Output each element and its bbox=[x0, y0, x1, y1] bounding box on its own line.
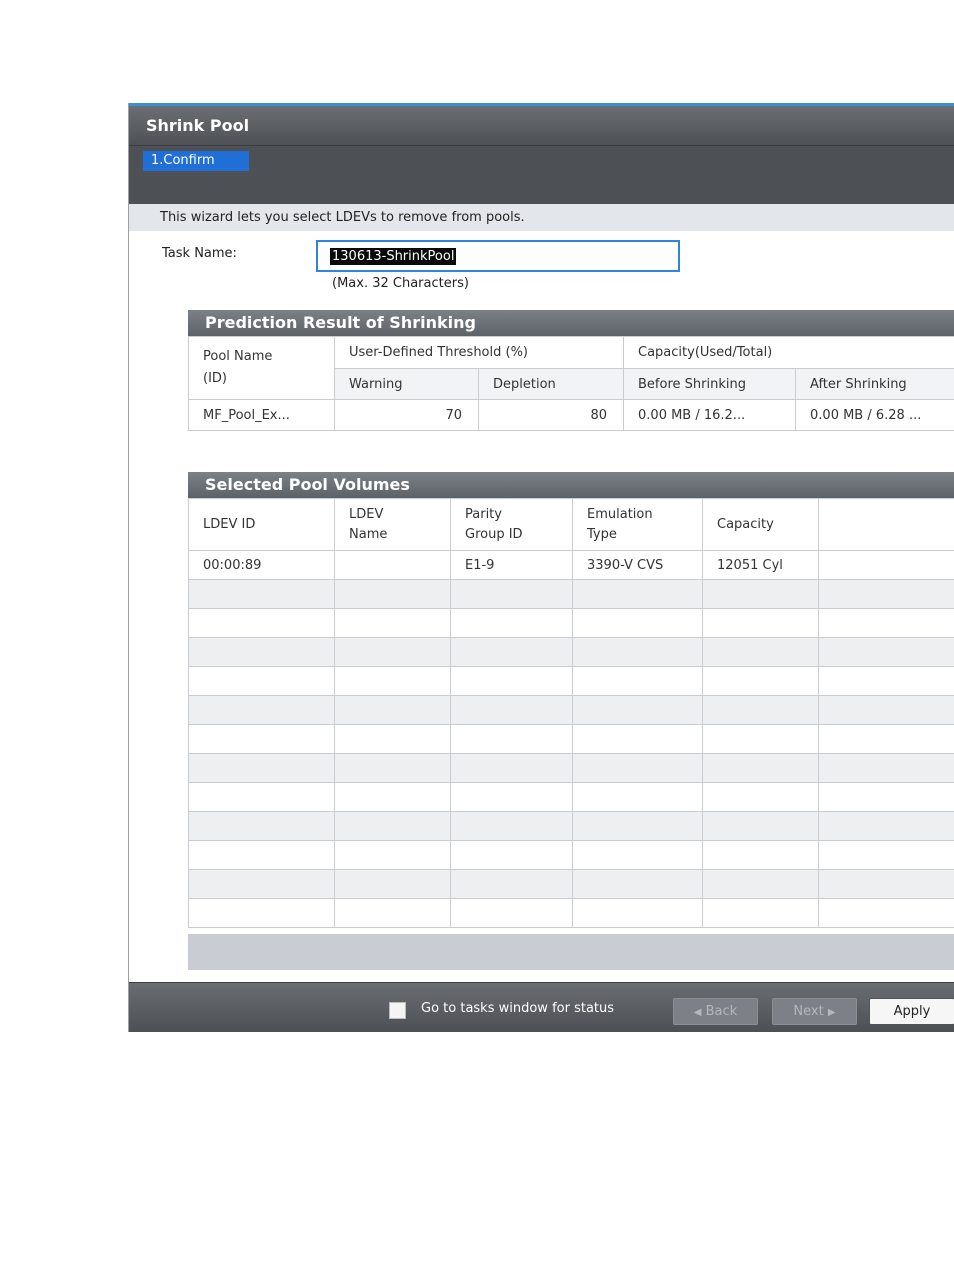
header-after-shrinking[interactable]: After Shrinking bbox=[795, 368, 954, 400]
cell-parity-group: E1-9 bbox=[450, 550, 573, 580]
empty-row bbox=[188, 898, 954, 928]
empty-row bbox=[188, 753, 954, 783]
header-ldev-name[interactable]: LDEV Name bbox=[334, 498, 451, 551]
header-warning[interactable]: Warning bbox=[334, 368, 479, 400]
header-pool-name[interactable]: Pool Name (ID) bbox=[188, 336, 335, 400]
empty-row bbox=[188, 608, 954, 638]
cell-emulation-type: 3390-V CVS bbox=[572, 550, 703, 580]
empty-row bbox=[188, 869, 954, 899]
task-name-label: Task Name: bbox=[162, 246, 237, 261]
empty-row bbox=[188, 724, 954, 754]
next-button-label: Next bbox=[793, 1004, 824, 1019]
empty-row bbox=[188, 579, 954, 609]
wizard-description: This wizard lets you select LDEVs to rem… bbox=[129, 204, 954, 231]
task-name-hint: (Max. 32 Characters) bbox=[332, 276, 469, 291]
cell-ldev-id: 00:00:89 bbox=[188, 550, 335, 580]
dialog-title: Shrink Pool bbox=[146, 116, 250, 135]
header-ldev-id[interactable]: LDEV ID bbox=[188, 498, 335, 551]
go-to-tasks-label[interactable]: Go to tasks window for status bbox=[421, 1001, 614, 1016]
pool-volumes-table: LDEV ID LDEV Name Parity Group ID Emulat… bbox=[188, 498, 954, 928]
step-confirm[interactable]: 1.Confirm bbox=[143, 151, 249, 171]
wizard-steps-bar: 1.Confirm bbox=[129, 146, 954, 204]
header-pool-name-line2: (ID) bbox=[203, 371, 227, 386]
chevron-right-icon: ▶ bbox=[827, 1007, 836, 1018]
title-bar: Shrink Pool bbox=[129, 106, 954, 146]
cell-capacity: 12051 Cyl bbox=[702, 550, 819, 580]
header-threshold: User-Defined Threshold (%) bbox=[333, 336, 625, 369]
header-parity-group-line1: Parity bbox=[465, 506, 502, 522]
apply-button[interactable]: Apply bbox=[869, 998, 954, 1025]
table-row[interactable]: 00:00:89 E1-9 3390-V CVS 12051 Cyl bbox=[188, 550, 954, 580]
header-ldev-name-line1: LDEV bbox=[349, 506, 384, 522]
next-button[interactable]: Next ▶ bbox=[772, 998, 857, 1025]
shrink-pool-dialog: Shrink Pool 1.Confirm This wizard lets y… bbox=[128, 103, 954, 1032]
header-emulation-type-line1: Emulation bbox=[587, 506, 653, 522]
header-pool-name-line1: Pool Name bbox=[203, 349, 273, 364]
empty-row bbox=[188, 811, 954, 841]
chevron-left-icon: ◀ bbox=[693, 1007, 702, 1018]
header-capacity: Capacity(Used/Total) bbox=[623, 336, 954, 369]
table-row[interactable]: MF_Pool_Ex... 70 80 0.00 MB / 16.2... 0.… bbox=[188, 399, 954, 431]
header-emulation-type[interactable]: Emulation Type bbox=[572, 498, 703, 551]
empty-row bbox=[188, 637, 954, 667]
back-button-label: Back bbox=[705, 1004, 738, 1019]
prediction-table: Pool Name (ID) User-Defined Threshold (%… bbox=[188, 336, 954, 431]
header-parity-group-line2: Group ID bbox=[465, 526, 523, 542]
empty-row bbox=[188, 840, 954, 870]
header-before-shrinking[interactable]: Before Shrinking bbox=[623, 368, 797, 400]
cell-ldev-name bbox=[334, 550, 451, 580]
go-to-tasks-checkbox[interactable] bbox=[389, 1002, 406, 1019]
dialog-footer: Go to tasks window for status ◀ Back Nex… bbox=[129, 982, 954, 1032]
cell-pool-name: MF_Pool_Ex... bbox=[188, 399, 335, 431]
empty-row bbox=[188, 666, 954, 696]
header-emulation-type-line2: Type bbox=[587, 526, 617, 542]
cell-depletion: 80 bbox=[477, 399, 625, 431]
table-footer-bar bbox=[188, 934, 954, 970]
cell-before-shrinking: 0.00 MB / 16.2... bbox=[623, 399, 797, 431]
prediction-section-title: Prediction Result of Shrinking bbox=[188, 310, 954, 336]
header-parity-group[interactable]: Parity Group ID bbox=[450, 498, 573, 551]
header-capacity[interactable]: Capacity bbox=[702, 498, 819, 551]
cell-warning: 70 bbox=[334, 399, 479, 431]
cell-empty bbox=[818, 550, 954, 580]
cell-after-shrinking: 0.00 MB / 6.28 ... bbox=[795, 399, 954, 431]
header-ldev-name-line2: Name bbox=[349, 526, 388, 542]
empty-row bbox=[188, 782, 954, 812]
volumes-section-title: Selected Pool Volumes bbox=[188, 472, 954, 498]
back-button[interactable]: ◀ Back bbox=[673, 998, 758, 1025]
task-name-input[interactable] bbox=[316, 240, 680, 272]
empty-row bbox=[188, 695, 954, 725]
header-depletion[interactable]: Depletion bbox=[477, 368, 625, 400]
header-empty bbox=[818, 498, 954, 551]
